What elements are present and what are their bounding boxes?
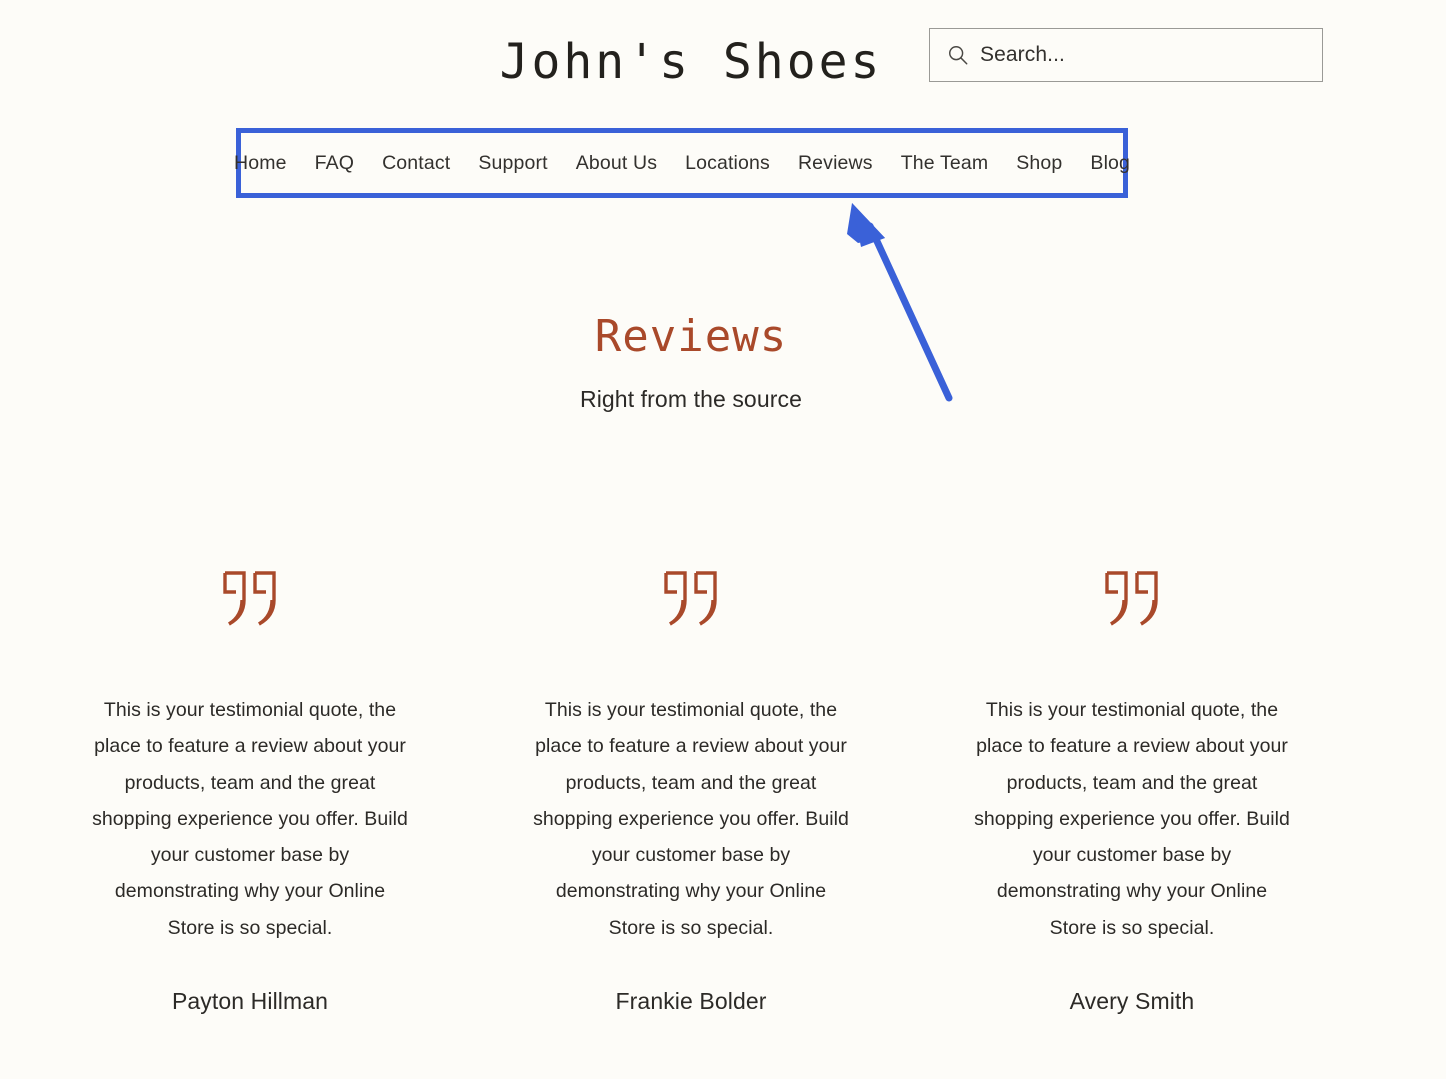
search-icon: [949, 46, 968, 65]
quote-icon: [664, 571, 717, 626]
nav-item-home[interactable]: Home: [220, 152, 301, 175]
testimonial-author: Payton Hillman: [171, 988, 329, 1015]
search-placeholder: Search...: [980, 43, 1065, 66]
testimonial-text: This is your testimonial quote, the plac…: [974, 699, 1290, 939]
search-input[interactable]: Search...: [929, 28, 1323, 82]
testimonial-card: This is your testimonial quote, the plac…: [521, 570, 861, 1015]
testimonial-card: This is your testimonial quote, the plac…: [80, 570, 420, 1015]
nav-item-about-us[interactable]: About Us: [562, 152, 671, 175]
nav-item-blog[interactable]: Blog: [1076, 152, 1144, 175]
nav-item-reviews[interactable]: Reviews: [784, 152, 887, 175]
page-root: John's Shoes Search... Home FAQ Contact …: [0, 0, 1446, 1079]
testimonial-text: This is your testimonial quote, the plac…: [533, 699, 849, 939]
testimonials-list: This is your testimonial quote, the plac…: [0, 570, 1382, 1015]
testimonial-author: Frankie Bolder: [615, 988, 767, 1015]
testimonial-author: Avery Smith: [1069, 988, 1195, 1015]
annotation-arrow-icon: [847, 203, 953, 402]
nav-item-the-team[interactable]: The Team: [887, 152, 1003, 175]
nav-item-shop[interactable]: Shop: [1002, 152, 1076, 175]
testimonial-text: This is your testimonial quote, the plac…: [92, 699, 408, 939]
nav-item-locations[interactable]: Locations: [671, 152, 784, 175]
page-title: Reviews: [594, 311, 788, 362]
quote-icon: [223, 571, 276, 626]
quote-icon: [1105, 571, 1158, 626]
main-navigation: Home FAQ Contact Support About Us Locati…: [234, 128, 1130, 198]
nav-item-support[interactable]: Support: [464, 152, 561, 175]
page-subtitle: Right from the source: [580, 386, 802, 412]
nav-item-contact[interactable]: Contact: [368, 152, 464, 175]
testimonial-card: This is your testimonial quote, the plac…: [962, 570, 1302, 1015]
nav-item-faq[interactable]: FAQ: [301, 152, 368, 175]
